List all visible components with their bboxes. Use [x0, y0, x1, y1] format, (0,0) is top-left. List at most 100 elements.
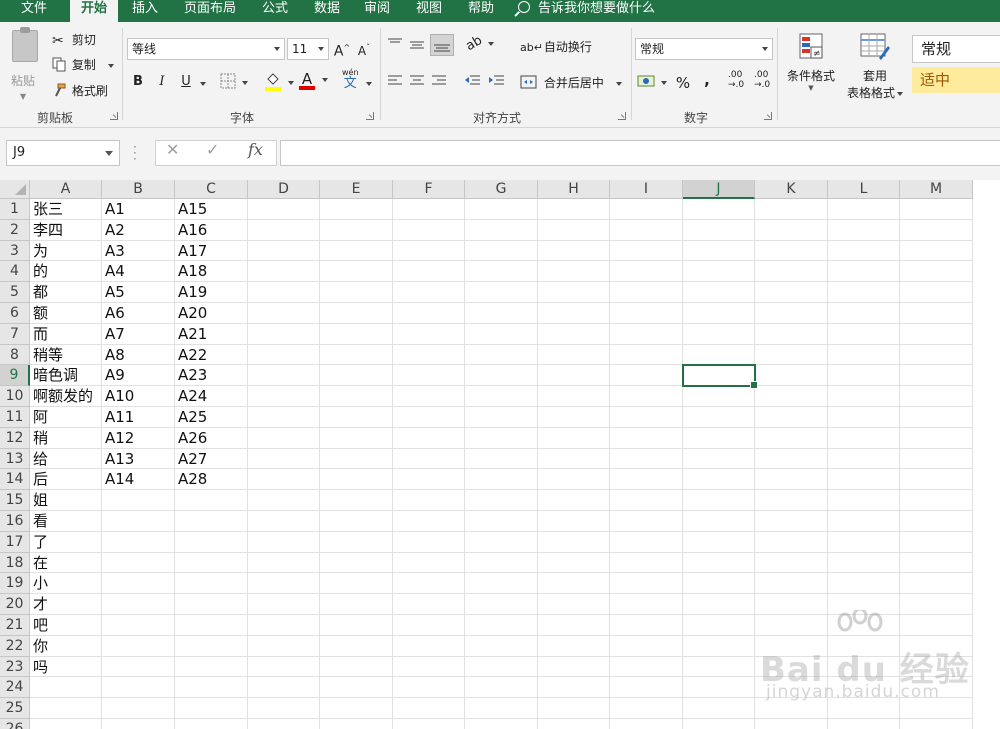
cell-d20[interactable]	[248, 594, 320, 615]
tab-data[interactable]: 数据	[306, 0, 348, 22]
cell-g7[interactable]	[465, 323, 538, 345]
cell-e11[interactable]	[320, 407, 393, 428]
column-header-m[interactable]: M	[900, 180, 973, 199]
cell-d14[interactable]	[248, 469, 320, 491]
cell-a15[interactable]: 姐	[30, 490, 102, 511]
tab-file[interactable]: 文件	[6, 0, 62, 22]
cell-m9[interactable]	[900, 365, 973, 387]
cell-b26[interactable]	[102, 719, 175, 729]
cell-a12[interactable]: 稍	[30, 427, 102, 449]
cell-e2[interactable]	[320, 219, 393, 241]
cell-g11[interactable]	[465, 407, 538, 428]
cell-i25[interactable]	[610, 698, 683, 719]
cell-d6[interactable]	[248, 303, 320, 324]
cell-b7[interactable]: A7	[102, 323, 175, 345]
cell-f16[interactable]	[393, 511, 465, 532]
cell-m25[interactable]	[900, 698, 973, 719]
cell-b22[interactable]	[102, 635, 175, 657]
cell-d23[interactable]	[248, 656, 320, 678]
phonetic-dropdown[interactable]	[364, 76, 372, 90]
cell-e19[interactable]	[320, 573, 393, 595]
cell-k15[interactable]	[755, 490, 828, 511]
row-header-9[interactable]: 9	[0, 365, 30, 387]
cell-k17[interactable]	[755, 531, 828, 553]
cell-b15[interactable]	[102, 490, 175, 511]
cell-h26[interactable]	[538, 719, 610, 729]
column-header-c[interactable]: C	[175, 180, 248, 199]
cell-e5[interactable]	[320, 282, 393, 303]
cell-f14[interactable]	[393, 469, 465, 491]
cell-j9[interactable]	[683, 365, 755, 387]
cell-j16[interactable]	[683, 511, 755, 532]
cell-f5[interactable]	[393, 282, 465, 303]
cell-j12[interactable]	[683, 427, 755, 449]
row-header-11[interactable]: 11	[0, 407, 30, 428]
cell-i6[interactable]	[610, 303, 683, 324]
tab-review[interactable]: 审阅	[356, 0, 398, 22]
cell-j23[interactable]	[683, 656, 755, 678]
cell-m10[interactable]	[900, 386, 973, 407]
cell-a20[interactable]: 才	[30, 594, 102, 615]
cell-f2[interactable]	[393, 219, 465, 241]
column-header-a[interactable]: A	[30, 180, 102, 199]
cell-g25[interactable]	[465, 698, 538, 719]
cell-e21[interactable]	[320, 615, 393, 636]
cell-h9[interactable]	[538, 365, 610, 387]
column-header-h[interactable]: H	[538, 180, 610, 199]
name-box[interactable]: J9	[6, 140, 120, 166]
cell-g10[interactable]	[465, 386, 538, 407]
cell-b1[interactable]: A1	[102, 199, 175, 220]
cell-f4[interactable]	[393, 261, 465, 283]
column-header-k[interactable]: K	[755, 180, 828, 199]
cell-j26[interactable]	[683, 719, 755, 729]
formula-input[interactable]	[280, 140, 1000, 166]
cell-l20[interactable]	[828, 594, 900, 615]
row-header-14[interactable]: 14	[0, 469, 30, 491]
cell-a18[interactable]: 在	[30, 552, 102, 574]
column-header-d[interactable]: D	[248, 180, 320, 199]
cell-i13[interactable]	[610, 448, 683, 470]
tab-insert[interactable]: 插入	[124, 0, 166, 22]
cell-d16[interactable]	[248, 511, 320, 532]
cell-c14[interactable]: A28	[175, 469, 248, 491]
select-all-button[interactable]	[0, 180, 30, 199]
cell-c9[interactable]: A23	[175, 365, 248, 387]
cell-e26[interactable]	[320, 719, 393, 729]
cell-a1[interactable]: 张三	[30, 199, 102, 220]
cell-d25[interactable]	[248, 698, 320, 719]
cell-d2[interactable]	[248, 219, 320, 241]
cell-d17[interactable]	[248, 531, 320, 553]
cell-f24[interactable]	[393, 677, 465, 699]
row-header-17[interactable]: 17	[0, 531, 30, 553]
cell-f19[interactable]	[393, 573, 465, 595]
cell-h6[interactable]	[538, 303, 610, 324]
cut-button[interactable]: ✂ 剪切	[52, 31, 96, 49]
cell-b9[interactable]: A9	[102, 365, 175, 387]
cell-b13[interactable]: A13	[102, 448, 175, 470]
cell-m2[interactable]	[900, 219, 973, 241]
cell-a8[interactable]: 稍等	[30, 344, 102, 366]
cell-l8[interactable]	[828, 344, 900, 366]
cell-b5[interactable]: A5	[102, 282, 175, 303]
underline-button[interactable]: U	[176, 72, 196, 92]
cell-j4[interactable]	[683, 261, 755, 283]
number-format-dropdown[interactable]: 常规	[635, 38, 773, 60]
row-header-13[interactable]: 13	[0, 448, 30, 470]
cell-c15[interactable]	[175, 490, 248, 511]
cell-a19[interactable]: 小	[30, 573, 102, 595]
cell-f18[interactable]	[393, 552, 465, 574]
row-header-2[interactable]: 2	[0, 219, 30, 241]
cell-e10[interactable]	[320, 386, 393, 407]
cell-f26[interactable]	[393, 719, 465, 729]
cell-a22[interactable]: 你	[30, 635, 102, 657]
cell-g22[interactable]	[465, 635, 538, 657]
cell-h25[interactable]	[538, 698, 610, 719]
align-middle-button[interactable]	[408, 36, 426, 55]
cell-a23[interactable]: 吗	[30, 656, 102, 678]
cell-e18[interactable]	[320, 552, 393, 574]
cell-h16[interactable]	[538, 511, 610, 532]
cell-f22[interactable]	[393, 635, 465, 657]
cell-i19[interactable]	[610, 573, 683, 595]
row-header-8[interactable]: 8	[0, 344, 30, 366]
cell-m1[interactable]	[900, 199, 973, 220]
